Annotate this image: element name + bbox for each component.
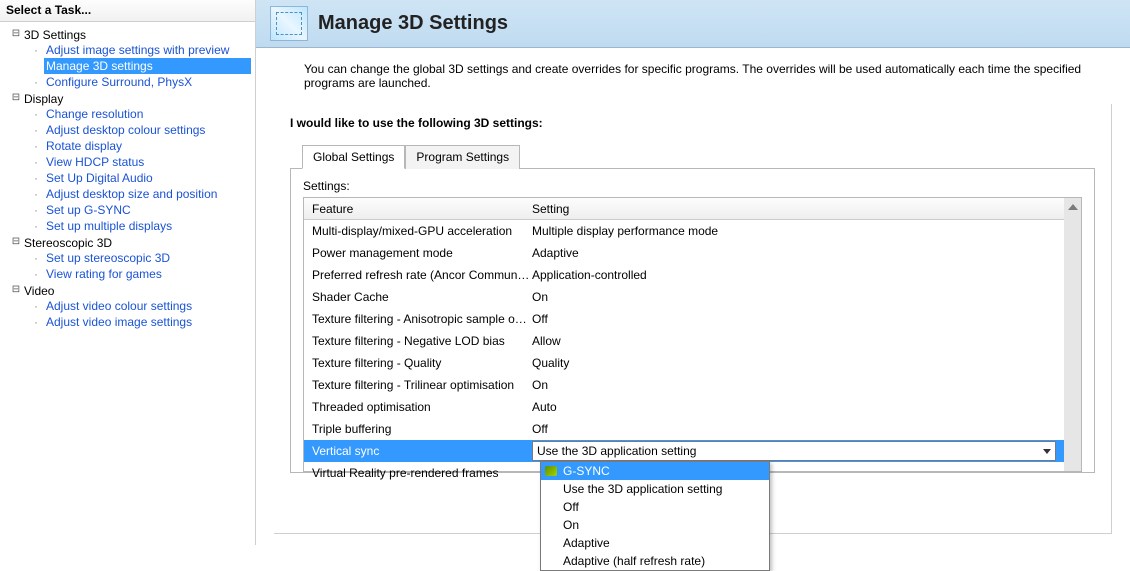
tree-item[interactable]: Adjust video colour settings bbox=[44, 298, 251, 314]
grid-cell-feature: Virtual Reality pre-rendered frames bbox=[312, 466, 532, 480]
tab-strip: Global SettingsProgram Settings bbox=[302, 144, 1095, 168]
grid-row[interactable]: Vertical syncUse the 3D application sett… bbox=[304, 440, 1064, 462]
grid-cell-feature: Threaded optimisation bbox=[312, 400, 532, 414]
settings-heading: I would like to use the following 3D set… bbox=[290, 116, 1095, 130]
grid-cell-feature: Multi-display/mixed-GPU acceleration bbox=[312, 224, 532, 238]
tree-item[interactable]: Set Up Digital Audio bbox=[44, 170, 251, 186]
tree-group[interactable]: 3D Settings bbox=[24, 28, 86, 42]
grid-cell-feature: Power management mode bbox=[312, 246, 532, 260]
settings-pane: I would like to use the following 3D set… bbox=[274, 104, 1112, 534]
tree-item[interactable]: Manage 3D settings bbox=[44, 58, 251, 74]
page-intro: You can change the global 3D settings an… bbox=[256, 48, 1130, 104]
grid-cell-value[interactable]: Allow bbox=[532, 334, 1056, 348]
col-feature-header: Feature bbox=[312, 202, 532, 216]
grid-scrollbar[interactable]: Feature Setting Multi-display/mixed-GPU … bbox=[304, 198, 1081, 471]
tree-item[interactable]: Set up multiple displays bbox=[44, 218, 251, 234]
grid-cell-value[interactable]: On bbox=[532, 290, 1056, 304]
page-title: Manage 3D Settings bbox=[318, 12, 508, 35]
grid-header: Feature Setting bbox=[304, 198, 1064, 220]
tree-group[interactable]: Stereoscopic 3D bbox=[24, 236, 112, 250]
grid-cell-value[interactable]: Adaptive bbox=[532, 246, 1056, 260]
tree-item[interactable]: Adjust desktop size and position bbox=[44, 186, 251, 202]
grid-cell-feature: Texture filtering - Trilinear optimisati… bbox=[312, 378, 532, 392]
grid-row[interactable]: Power management modeAdaptive bbox=[304, 242, 1064, 264]
tree-item[interactable]: Rotate display bbox=[44, 138, 251, 154]
grid-cell-feature: Texture filtering - Negative LOD bias bbox=[312, 334, 532, 348]
dropdown-option[interactable]: Off bbox=[541, 498, 769, 516]
nvidia-3d-icon bbox=[270, 6, 308, 41]
grid-cell-feature: Triple buffering bbox=[312, 422, 532, 436]
grid-cell-feature: Preferred refresh rate (Ancor Communicat… bbox=[312, 268, 532, 282]
tree-item[interactable]: Adjust desktop colour settings bbox=[44, 122, 251, 138]
settings-grid: Feature Setting Multi-display/mixed-GPU … bbox=[303, 197, 1082, 472]
grid-cell-feature: Shader Cache bbox=[312, 290, 532, 304]
tree-item[interactable]: Adjust video image settings bbox=[44, 314, 251, 330]
grid-cell-value[interactable]: Auto bbox=[532, 400, 1056, 414]
dropdown-option[interactable]: G-SYNC bbox=[541, 462, 769, 480]
grid-cell-feature: Texture filtering - Quality bbox=[312, 356, 532, 370]
tree-item[interactable]: Configure Surround, PhysX bbox=[44, 74, 251, 90]
tab[interactable]: Program Settings bbox=[405, 145, 520, 169]
grid-cell-value[interactable]: Application-controlled bbox=[532, 268, 1056, 282]
tree-item[interactable]: Change resolution bbox=[44, 106, 251, 122]
page-header: Manage 3D Settings bbox=[256, 0, 1130, 48]
grid-row[interactable]: Multi-display/mixed-GPU accelerationMult… bbox=[304, 220, 1064, 242]
dropdown-option[interactable]: Adaptive bbox=[541, 534, 769, 552]
vertical-sync-dropdown[interactable]: G-SYNCUse the 3D application settingOffO… bbox=[540, 461, 770, 571]
tree-item[interactable]: View HDCP status bbox=[44, 154, 251, 170]
tree-group[interactable]: Video bbox=[24, 284, 54, 298]
grid-cell-feature: Vertical sync bbox=[312, 444, 532, 458]
grid-row[interactable]: Shader CacheOn bbox=[304, 286, 1064, 308]
tab[interactable]: Global Settings bbox=[302, 145, 405, 169]
sidebar-title: Select a Task... bbox=[0, 0, 255, 22]
col-value-header: Setting bbox=[532, 202, 1056, 216]
grid-cell-feature: Texture filtering - Anisotropic sample o… bbox=[312, 312, 532, 326]
grid-cell-value[interactable]: Use the 3D application setting bbox=[532, 441, 1056, 461]
grid-cell-value[interactable]: Multiple display performance mode bbox=[532, 224, 1056, 238]
dropdown-option[interactable]: Use the 3D application setting bbox=[541, 480, 769, 498]
grid-cell-value[interactable]: Quality bbox=[532, 356, 1056, 370]
grid-row[interactable]: Texture filtering - Trilinear optimisati… bbox=[304, 374, 1064, 396]
sidebar: Select a Task... 3D SettingsAdjust image… bbox=[0, 0, 256, 545]
main-panel: Manage 3D Settings You can change the gl… bbox=[256, 0, 1130, 545]
grid-row[interactable]: Texture filtering - Negative LOD biasAll… bbox=[304, 330, 1064, 352]
grid-cell-value[interactable]: Off bbox=[532, 312, 1056, 326]
tab-content: Settings: Feature Setting Multi-display/… bbox=[290, 168, 1095, 473]
grid-cell-value[interactable]: On bbox=[532, 378, 1056, 392]
tree-item[interactable]: Set up stereoscopic 3D bbox=[44, 250, 251, 266]
grid-cell-value[interactable]: Off bbox=[532, 422, 1056, 436]
tree-item[interactable]: Set up G-SYNC bbox=[44, 202, 251, 218]
settings-label: Settings: bbox=[303, 179, 1082, 193]
grid-row[interactable]: Preferred refresh rate (Ancor Communicat… bbox=[304, 264, 1064, 286]
grid-row[interactable]: Texture filtering - Anisotropic sample o… bbox=[304, 308, 1064, 330]
tree-item[interactable]: View rating for games bbox=[44, 266, 251, 282]
dropdown-option[interactable]: Adaptive (half refresh rate) bbox=[541, 552, 769, 570]
grid-row[interactable]: Triple bufferingOff bbox=[304, 418, 1064, 440]
tree-group[interactable]: Display bbox=[24, 92, 63, 106]
grid-row[interactable]: Threaded optimisationAuto bbox=[304, 396, 1064, 418]
grid-row[interactable]: Texture filtering - QualityQuality bbox=[304, 352, 1064, 374]
tree-item[interactable]: Adjust image settings with preview bbox=[44, 42, 251, 58]
dropdown-option[interactable]: On bbox=[541, 516, 769, 534]
task-tree: 3D SettingsAdjust image settings with pr… bbox=[0, 22, 255, 330]
